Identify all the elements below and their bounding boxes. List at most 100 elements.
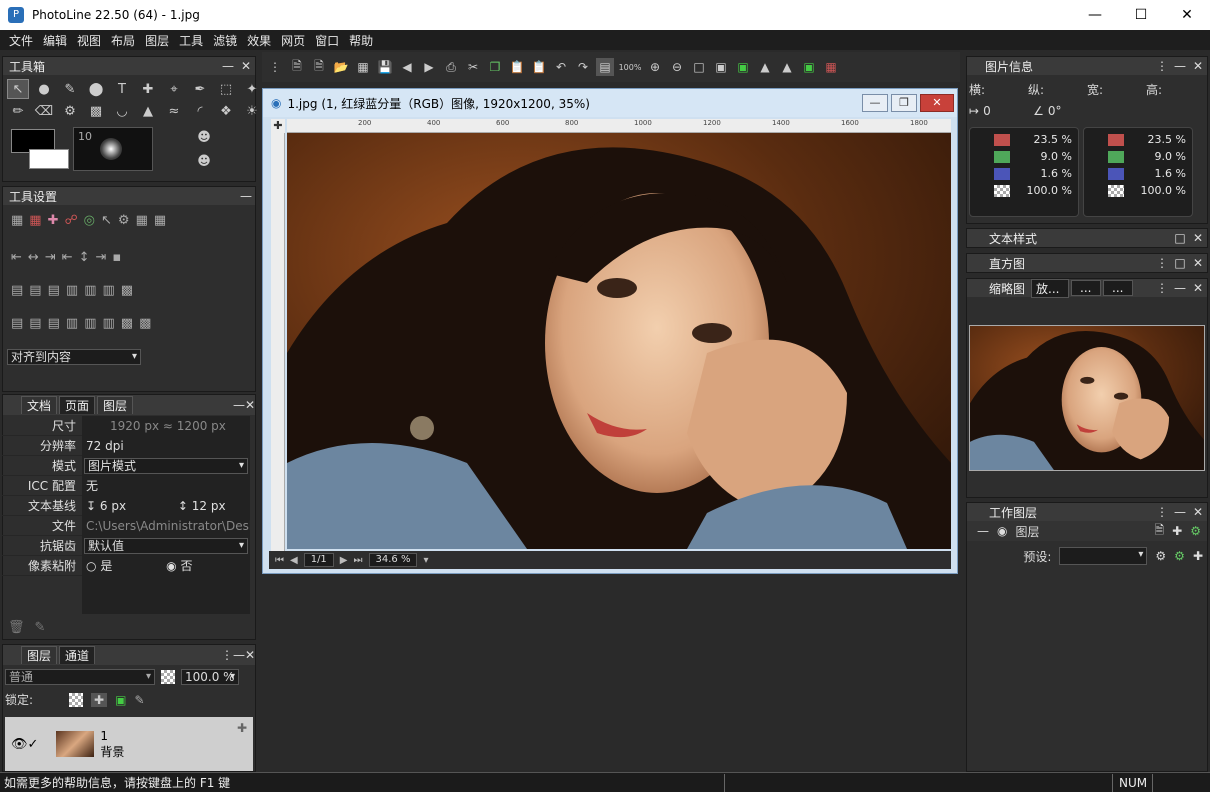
redo-icon[interactable]: ↷ [574,58,592,76]
antialias-select[interactable]: 默认值 [84,537,248,554]
distribute-icon[interactable]: ▤ [11,316,23,331]
close-button[interactable]: ✕ [1164,0,1210,30]
grid-red-icon[interactable]: ▦ [29,213,41,228]
new-page-icon[interactable]: 🗎 [310,58,328,76]
thumbnail-option-1[interactable]: ... [1071,280,1101,296]
vertical-ruler[interactable] [271,133,285,551]
eye-icon[interactable]: ◉ [997,524,1007,538]
panel-close-icon[interactable]: ✕ [245,648,255,662]
fill-tool-icon[interactable]: ◡ [111,101,133,121]
crop-icon[interactable]: ▣ [734,58,752,76]
paste-special-icon[interactable]: 📋 [530,58,548,76]
thumbnail-option-2[interactable]: ... [1103,280,1133,296]
open-folder-icon[interactable]: 📂 [332,58,350,76]
lock-crop-icon[interactable]: ▣ [115,693,126,707]
flip-h-icon[interactable]: ▲ [756,58,774,76]
page-indicator[interactable]: 1/1 [303,553,334,567]
panel-close-icon[interactable]: ✕ [1189,59,1207,73]
align-middle-icon[interactable]: ↕ [79,250,90,265]
zoom-dropdown-icon[interactable]: ▾ [423,555,428,566]
distribute-icon[interactable]: ▥ [102,316,114,331]
grid-icon[interactable]: ▦ [11,213,23,228]
panel-close-icon[interactable]: ✕ [245,398,255,412]
crop-tool-icon[interactable]: ⌖ [163,79,185,99]
menu-filter[interactable]: 滤镜 [208,32,242,49]
check-icon[interactable]: ✓ [28,737,39,752]
panel-minimize-icon[interactable]: — [219,59,237,73]
panel-menu-icon[interactable]: ⋮ [1153,281,1171,295]
panel-menu-icon[interactable]: ⋮ [221,648,233,662]
copy-icon[interactable]: ❐ [486,58,504,76]
text-tool-icon[interactable]: T [111,79,133,99]
move-handle-icon[interactable]: ✚ [237,721,247,735]
cut-icon[interactable]: ✂ [464,58,482,76]
menu-layout[interactable]: 布局 [106,32,140,49]
distribute-icon[interactable]: ▩ [121,283,133,298]
zoom-100-button[interactable]: 100% [618,58,642,76]
baseline-1[interactable]: 6 px [100,499,126,513]
panel-restore-icon[interactable]: □ [1171,231,1189,245]
cat-icon[interactable]: ☻ [193,127,215,147]
table-icon[interactable]: ▦ [136,213,148,228]
antialias-icon[interactable]: ▤ [596,58,614,76]
smudge-tool-icon[interactable]: ≈ [163,101,185,121]
image-canvas[interactable] [287,133,951,549]
blend-mode-select[interactable]: 普通 [5,669,155,685]
layer-row[interactable]: 👁 ✓ 1 背景 ✚ [5,717,253,771]
select-tool-icon[interactable]: ⬚ [215,79,237,99]
menu-file[interactable]: 文件 [4,32,38,49]
tab-channels[interactable]: 通道 [59,646,96,664]
brush-preview[interactable]: 10 [73,127,153,171]
link-icon[interactable]: ☍ [65,213,78,228]
distribute-icon[interactable]: ▥ [84,316,96,331]
panel-minimize-icon[interactable]: — [237,189,255,203]
align-bottom-icon[interactable]: ⇥ [96,250,107,265]
distribute-icon[interactable]: ▤ [11,283,23,298]
clone-tool-icon[interactable]: ⚙ [59,101,81,121]
dpi-value[interactable]: 72 dpi [82,435,250,456]
menu-web[interactable]: 网页 [276,32,310,49]
distribute-icon[interactable]: ▥ [102,283,114,298]
pen-tool-icon[interactable]: ✒ [189,79,211,99]
panel-minimize-icon[interactable]: — [233,648,245,662]
panel-menu-icon[interactable]: ⋮ [1153,505,1171,519]
prev-icon[interactable]: ◀ [398,58,416,76]
align-to-content-select[interactable]: 对齐到内容 [7,349,141,365]
brush-tool-icon[interactable]: ✎ [59,79,81,99]
thumbnail-preview[interactable] [969,325,1205,471]
preset-select[interactable] [1059,547,1148,565]
distribute-icon[interactable]: ▤ [48,283,60,298]
align-left-icon[interactable]: ⇤ [11,250,22,265]
radio-yes-icon[interactable]: ○ [86,559,96,573]
panel-minimize-icon[interactable]: — [1171,59,1189,73]
thumbnail-zoom-select[interactable]: 放... [1031,278,1069,298]
cat-icon[interactable]: ☻ [193,151,215,171]
align-right-icon[interactable]: ⇥ [45,250,56,265]
last-page-icon[interactable]: ⏭ [354,555,363,566]
menu-layer[interactable]: 图层 [140,32,174,49]
distribute-icon[interactable]: ▥ [84,283,96,298]
panel-close-icon[interactable]: ✕ [1189,231,1207,245]
ruler-origin-icon[interactable]: ✚ [271,119,285,133]
distribute-icon[interactable]: ▥ [66,316,78,331]
icc-value[interactable]: 无 [82,475,250,496]
lock-brush-icon[interactable]: ✎ [134,693,144,707]
browser-icon[interactable]: ▦ [354,58,372,76]
work-layer-row[interactable]: — ◉ 图层 🗎 ✚ ⚙ [967,521,1207,541]
distribute-icon[interactable]: ▤ [48,316,60,331]
eye-icon[interactable]: 👁 [11,737,28,752]
dot-icon[interactable]: ▪ [112,250,121,265]
panel-menu-icon[interactable]: ⋮ [1153,256,1171,270]
new-doc-icon[interactable]: 🗎 [288,58,306,76]
panel-close-icon[interactable]: ✕ [1189,281,1207,295]
first-page-icon[interactable]: ⏮ [275,555,284,566]
transform-icon[interactable]: ▣ [800,58,818,76]
panel-close-icon[interactable]: ✕ [1189,256,1207,270]
tab-document[interactable]: 文档 [21,396,58,414]
prev-page-icon[interactable]: ◀ [290,555,298,566]
panel-restore-icon[interactable]: □ [1171,256,1189,270]
lock-move-icon[interactable]: ✚ [91,692,108,707]
arrow-tool-icon[interactable]: ↖ [7,79,29,99]
menu-effects[interactable]: 效果 [242,32,276,49]
plus-icon[interactable]: ✚ [48,213,59,228]
